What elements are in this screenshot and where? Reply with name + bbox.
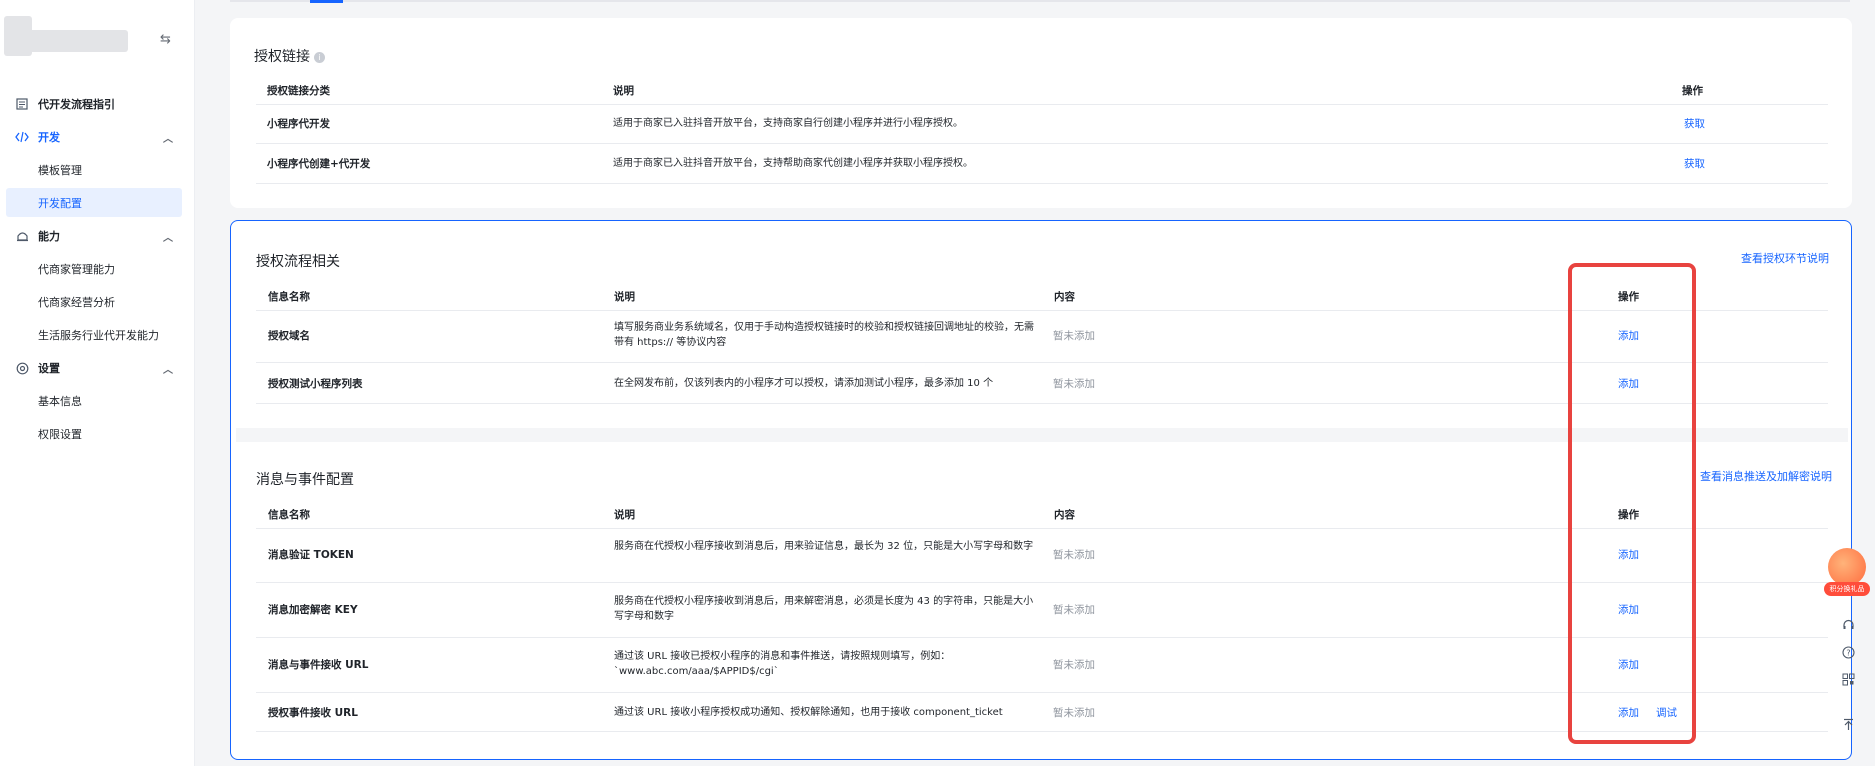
row-name: 授权测试小程序列表 xyxy=(268,378,363,390)
auth-link-card xyxy=(230,18,1852,208)
get-link-button[interactable]: 获取 xyxy=(1684,116,1705,131)
qrcode-icon[interactable] xyxy=(1837,668,1859,690)
row-desc: 服务商在代授权小程序接收到消息后，用来验证信息，最长为 32 位，只能是大小写字… xyxy=(614,541,1034,552)
headset-icon[interactable] xyxy=(1837,614,1859,636)
section-title-text: 授权链接 xyxy=(254,49,310,65)
row-content: 暂未添加 xyxy=(1053,378,1095,390)
nav-item-basic-info[interactable]: 基本信息 xyxy=(0,386,195,416)
logo xyxy=(0,12,130,58)
nav-label: 模板管理 xyxy=(38,164,82,177)
col-header-desc: 说明 xyxy=(614,509,635,521)
tab-bar-divider xyxy=(230,0,1850,2)
msg-event-help-link[interactable]: 查看消息推送及加解密说明 xyxy=(1700,468,1832,484)
ability-icon xyxy=(14,228,30,244)
row-content: 暂未添加 xyxy=(1053,659,1095,671)
row-name: 授权事件接收 URL xyxy=(268,707,358,719)
nav-item-merchant-mgmt[interactable]: 代商家管理能力 xyxy=(0,254,195,284)
msg-event-title: 消息与事件配置 xyxy=(256,472,354,488)
nav-label: 开发 xyxy=(38,131,60,144)
back-to-top-icon[interactable] xyxy=(1837,713,1859,735)
divider xyxy=(256,183,1828,184)
nav-label: 能力 xyxy=(38,230,60,243)
chevron-up-icon: ︿ xyxy=(163,232,173,244)
sidebar: ⇆ 代开发流程指引 开发 ︿ 模板管理 开发配置 能力 ︿ 代商家管理能力 代商… xyxy=(0,0,195,766)
nav-label: 代商家管理能力 xyxy=(38,263,115,276)
auth-link-title: 授权链接 i xyxy=(254,46,325,66)
nav-item-template[interactable]: 模板管理 xyxy=(0,155,195,185)
nav-label: 基本信息 xyxy=(38,395,82,408)
row-content: 暂未添加 xyxy=(1053,604,1095,616)
nav-label: 代商家经营分析 xyxy=(38,296,115,309)
gift-label: 积分换礼品 xyxy=(1824,582,1870,596)
row-desc: 通过该 URL 接收已授权小程序的消息和事件推送，请按照规则填写，例如：`www… xyxy=(614,651,951,677)
get-link-button[interactable]: 获取 xyxy=(1684,156,1705,171)
col-header-content: 内容 xyxy=(1054,291,1075,303)
help-icon[interactable]: ? xyxy=(1837,641,1859,663)
nav-label: 权限设置 xyxy=(38,428,82,441)
row-desc: 适用于商家已入驻抖音开放平台，支持帮助商家代创建小程序并获取小程序授权。 xyxy=(613,158,973,169)
col-header-name: 信息名称 xyxy=(268,509,310,521)
row-name: 小程序代创建+代开发 xyxy=(267,158,371,170)
nav-label: 设置 xyxy=(38,362,60,375)
chevron-up-icon: ︿ xyxy=(163,133,173,145)
nav-item-permission[interactable]: 权限设置 xyxy=(0,419,195,449)
row-name: 授权域名 xyxy=(268,330,310,342)
nav-item-guide[interactable]: 代开发流程指引 xyxy=(0,89,195,119)
nav-item-merchant-analysis[interactable]: 代商家经营分析 xyxy=(0,287,195,317)
row-name: 消息与事件接收 URL xyxy=(268,659,369,671)
highlight-box xyxy=(1568,263,1696,744)
row-name: 消息验证 TOKEN xyxy=(268,549,354,561)
nav-label: 开发配置 xyxy=(38,196,82,210)
row-content: 暂未添加 xyxy=(1053,707,1095,719)
row-name: 小程序代开发 xyxy=(267,118,330,130)
nav-group-settings[interactable]: 设置 ︿ xyxy=(0,353,195,383)
nav-item-life-service[interactable]: 生活服务行业代开发能力 xyxy=(0,320,195,350)
active-tab-indicator xyxy=(310,0,343,3)
svg-text:?: ? xyxy=(1846,648,1850,657)
nav-item-dev-config[interactable]: 开发配置 xyxy=(6,188,182,217)
row-name: 消息加密解密 KEY xyxy=(268,604,358,616)
chevron-up-icon: ︿ xyxy=(163,364,173,376)
document-icon xyxy=(14,96,30,112)
nav-group-develop[interactable]: 开发 ︿ xyxy=(0,122,195,152)
col-header-type: 授权链接分类 xyxy=(267,85,330,97)
row-content: 暂未添加 xyxy=(1053,549,1095,561)
settings-icon xyxy=(14,360,30,376)
gift-icon xyxy=(1828,548,1866,586)
row-content: 暂未添加 xyxy=(1053,330,1095,342)
col-header-content: 内容 xyxy=(1054,509,1075,521)
side-toolbar: ? xyxy=(1833,612,1863,744)
col-header-desc: 说明 xyxy=(613,85,634,97)
row-desc: 通过该 URL 接收小程序授权成功通知、授权解除通知，也用于接收 compone… xyxy=(614,707,1003,718)
gift-widget[interactable]: 积分换礼品 xyxy=(1824,548,1870,600)
info-icon[interactable]: i xyxy=(314,52,325,63)
col-header-desc: 说明 xyxy=(614,291,635,303)
auth-flow-help-link[interactable]: 查看授权环节说明 xyxy=(1741,250,1829,266)
row-desc: 适用于商家已入驻抖音开放平台，支持商家自行创建小程序并进行小程序授权。 xyxy=(613,118,963,129)
divider xyxy=(256,104,1828,105)
row-desc: 服务商在代授权小程序接收到消息后，用来解密消息，必须是长度为 43 的字符串，只… xyxy=(614,596,1034,622)
divider xyxy=(256,143,1828,144)
col-header-name: 信息名称 xyxy=(268,291,310,303)
nav-group-ability[interactable]: 能力 ︿ xyxy=(0,221,195,251)
code-icon xyxy=(14,129,30,145)
row-desc: 填写服务商业务系统域名，仅用于手动构造授权链接时的校验和授权链接回调地址的校验，… xyxy=(614,322,1034,348)
col-header-op: 操作 xyxy=(1682,85,1703,97)
auth-flow-title: 授权流程相关 xyxy=(256,254,340,270)
nav-label: 生活服务行业代开发能力 xyxy=(38,329,159,342)
collapse-sidebar-icon[interactable]: ⇆ xyxy=(160,32,171,47)
nav-label: 代开发流程指引 xyxy=(38,98,115,111)
